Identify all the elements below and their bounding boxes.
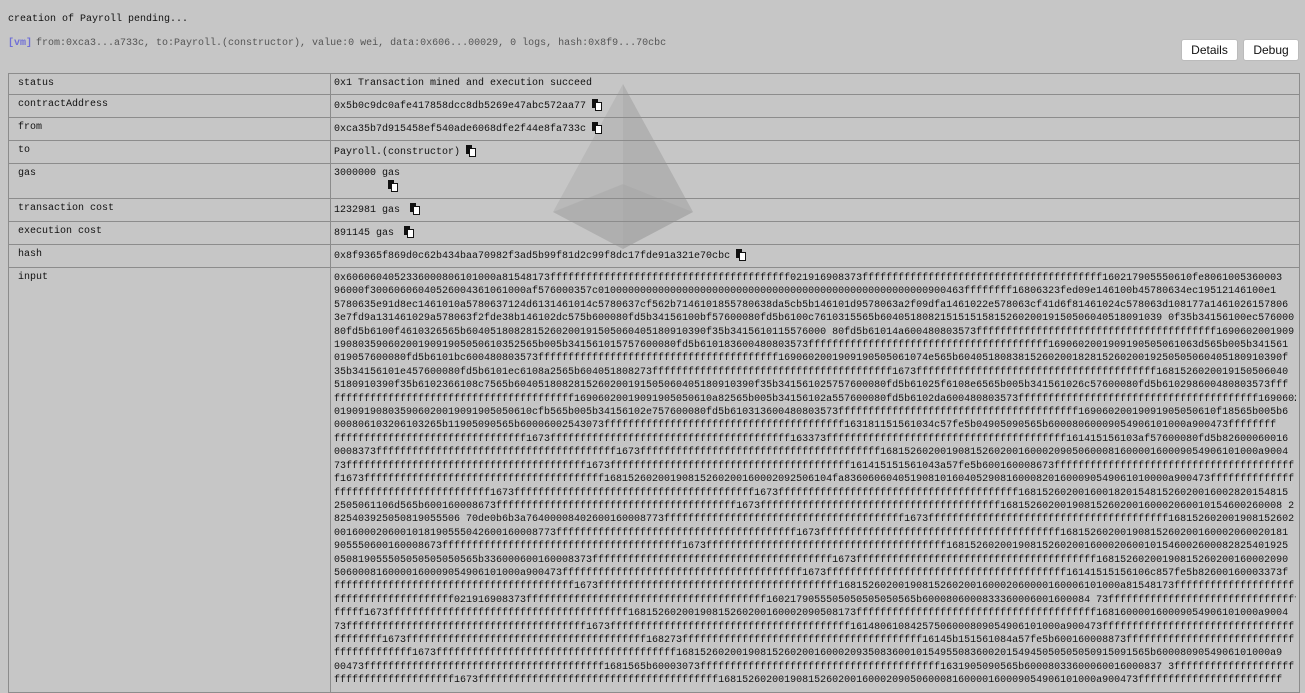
input-data-line: 73ffffffffffffffffffffffffffffffffffffff…: [334, 621, 1295, 633]
row-key: hash: [8, 244, 331, 268]
input-data-line: f1673fffffffffffffffffffffffffffffffffff…: [334, 474, 1295, 486]
row-transaction-cost: transaction cost 1232981 gas: [8, 198, 1300, 222]
input-data-line: 2505061106d565b600160008673fffffffffffff…: [334, 500, 1295, 512]
row-key: from: [8, 117, 331, 141]
copy-icon[interactable]: [466, 145, 477, 157]
input-data-line: 5780635e91d8ec1461010a5780637124d6131461…: [334, 299, 1289, 311]
row-gas: gas 3000000 gas: [8, 163, 1300, 199]
input-data-line: 3e7fd9a131461029a578063f2fde38b146102dc5…: [334, 313, 1295, 325]
copy-icon[interactable]: [410, 203, 421, 215]
input-data-line: fffffffffffff1673fffffffffffffffffffffff…: [334, 648, 1283, 660]
copy-icon[interactable]: [404, 226, 415, 238]
input-data-line: ffffffffffffffffffffffffffffffffffffffff…: [334, 581, 1295, 593]
row-value: 0x8f9365f869d0c62b434baa70982f3ad5b99f81…: [334, 251, 731, 262]
row-status: status 0x1 Transaction mined and executi…: [8, 73, 1300, 95]
row-key: transaction cost: [8, 198, 331, 222]
input-data-line: 5060008160000160009054906101000a900473ff…: [334, 567, 1289, 579]
row-key: input: [8, 267, 331, 693]
row-execution-cost: execution cost 891145 gas: [8, 221, 1300, 245]
input-data-line: ffffffffffffffffffffffffff1673ffffffffff…: [334, 487, 1289, 499]
row-value: Payroll.(constructor): [334, 147, 461, 158]
input-data-line: 825403925050819055506 70de0b6b3a76400008…: [334, 514, 1295, 526]
input-data-line: 019057600080fd5b6101bc600480803573ffffff…: [334, 353, 1289, 365]
copy-icon[interactable]: [388, 180, 398, 192]
transaction-summary[interactable]: [vm] from:0xca3...a733c, to:Payroll.(cons…: [8, 38, 666, 49]
transaction-details-table: status 0x1 Transaction mined and executi…: [8, 73, 1300, 693]
row-value: 891145 gas: [334, 228, 395, 239]
row-key: execution cost: [8, 221, 331, 245]
row-hash: hash 0x8f9365f869d0c62b434baa70982f3ad5b…: [8, 244, 1300, 268]
copy-icon[interactable]: [592, 122, 603, 134]
row-input: input 0x6060604052336000806101000a815481…: [8, 267, 1300, 693]
copy-icon[interactable]: [736, 249, 747, 261]
input-data-line: 00473fffffffffffffffffffffffffffffffffff…: [334, 661, 1295, 673]
input-data-line: 1908035906020019091905050610352565b005b3…: [334, 340, 1289, 352]
row-value: 0x5b0c9dc0afe417858dcc8db5269e47abc572aa…: [334, 101, 587, 112]
row-key: gas: [8, 163, 331, 199]
details-button[interactable]: Details: [1181, 39, 1238, 61]
input-data-line: 73ffffffffffffffffffffffffffffffffffffff…: [334, 460, 1295, 472]
input-data-line: 80fd5b6100f4610326565b604051808281526020…: [334, 326, 1295, 338]
input-data-line: 0008373fffffffffffffffffffffffffffffffff…: [334, 447, 1289, 459]
input-data-line: ffffffffffffffffffff1673ffffffffffffffff…: [334, 675, 1283, 687]
input-data-line: ffffffff1673ffffffffffffffffffffffffffff…: [334, 634, 1295, 646]
input-data-line: fffff1673fffffffffffffffffffffffffffffff…: [334, 608, 1289, 620]
input-data-line: ffffffffffffffffffffffffffffffffffffffff…: [334, 393, 1296, 405]
summary-text: from:0xca3...a733c, to:Payroll.(construc…: [36, 38, 667, 49]
input-data-line: 0016000206001018190555042600160008773fff…: [334, 527, 1289, 539]
input-data-line: ffffffffffffffffffff021916908373ffffffff…: [334, 594, 1296, 606]
row-value: 3000000 gas: [334, 168, 401, 179]
input-data-line: 905550600160008673ffffffffffffffffffffff…: [334, 541, 1289, 553]
row-key: to: [8, 140, 331, 164]
input-data-line: 96000f30060606040526004361061000af576000…: [334, 286, 1277, 298]
vm-tag: [vm]: [8, 38, 33, 49]
row-contract-address: contractAddress 0x5b0c9dc0afe417858dcc8d…: [8, 94, 1300, 118]
row-from: from 0xca35b7d915458ef540ade6068dfe2f44e…: [8, 117, 1300, 141]
row-key: contractAddress: [8, 94, 331, 118]
row-key: status: [8, 73, 331, 95]
input-data: 0x6060604052336000806101000a81548173ffff…: [334, 272, 1296, 688]
input-data-line: ffffffffffffffffffffffffffffffff1673ffff…: [334, 433, 1289, 445]
row-to: to Payroll.(constructor): [8, 140, 1300, 164]
copy-icon[interactable]: [592, 99, 603, 111]
input-data-line: 019091908035906020019091905050610cfb565b…: [334, 407, 1289, 419]
debug-button[interactable]: Debug: [1243, 39, 1299, 61]
input-data-line: 000806103206103265b11905090565b600060025…: [334, 420, 1277, 432]
input-data-line: 0x6060604052336000806101000a81548173ffff…: [334, 273, 1283, 284]
row-value: 1232981 gas: [334, 205, 401, 216]
input-data-line: 35b34156101e457600080fd5b6101ec6108a2565…: [334, 366, 1289, 378]
row-value: 0xca35b7d915458ef540ade6068dfe2f44e8fa73…: [334, 124, 587, 135]
pending-message: creation of Payroll pending...: [8, 14, 189, 25]
input-data-line: 050819055505050505050565b336000600160008…: [334, 554, 1289, 566]
row-value: 0x1 Transaction mined and execution succ…: [330, 73, 1300, 95]
input-data-line: 5180910390f35b6102366108c7565b6040518082…: [334, 380, 1289, 392]
